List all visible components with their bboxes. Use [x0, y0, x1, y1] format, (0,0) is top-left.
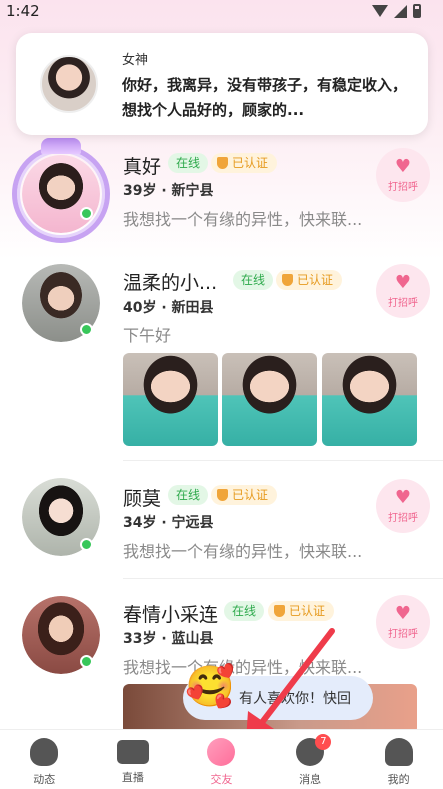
user-bio: 下午好 — [123, 326, 172, 345]
smiling-face-icon: 🥰 — [185, 664, 235, 710]
nav-item-messages[interactable]: 7 消息 — [266, 730, 355, 789]
user-name: 温柔的小... — [123, 272, 218, 294]
online-badge: 在线 — [233, 270, 274, 290]
heart-icon: ♥ — [394, 271, 412, 293]
user-meta: 33岁 · 蓝山县 — [123, 631, 214, 647]
list-divider — [123, 578, 443, 579]
nav-label: 直播 — [121, 771, 144, 784]
user-meta: 39岁 · 新宁县 — [123, 183, 214, 199]
like-toast[interactable]: 🥰 有人喜欢你！快回 — [183, 664, 373, 720]
nav-label: 交友 — [210, 773, 233, 786]
verified-badge: 已认证 — [276, 270, 343, 290]
user-name: 真好 — [123, 156, 162, 178]
heart-chat-icon — [30, 738, 59, 766]
online-badge: 在线 — [168, 153, 209, 173]
online-indicator — [80, 207, 93, 220]
nav-item-dating[interactable]: 交友 — [177, 730, 266, 789]
signal-icon — [394, 4, 407, 18]
shield-icon — [282, 274, 293, 286]
user-name: 春情小采连 — [123, 604, 219, 626]
heart-icon: ♥ — [394, 155, 412, 177]
pentagon-icon — [207, 738, 236, 766]
online-badge: 在线 — [168, 485, 209, 505]
notification-avatar — [40, 55, 98, 113]
crown-icon — [41, 138, 81, 154]
online-indicator — [80, 655, 93, 668]
online-indicator — [80, 538, 93, 551]
notification-sender: 女神 — [122, 53, 149, 68]
nav-label: 消息 — [299, 773, 322, 786]
greet-button[interactable]: ♥ 打招呼 — [376, 595, 430, 649]
shield-icon — [217, 489, 228, 501]
greet-button[interactable]: ♥ 打招呼 — [376, 479, 430, 533]
greet-label: 打招呼 — [388, 628, 418, 640]
shield-icon — [217, 157, 228, 169]
status-bar: 1:42 — [0, 0, 443, 22]
verified-badge: 已认证 — [211, 485, 278, 505]
wifi-icon — [372, 5, 388, 17]
user-bio: 我想找一个有缘的异性，快来联... — [123, 210, 363, 229]
greet-button[interactable]: ♥ 打招呼 — [376, 148, 430, 202]
verified-label: 已认证 — [232, 156, 269, 170]
battery-icon — [413, 4, 421, 18]
verified-label: 已认证 — [289, 604, 326, 618]
user-bio: 我想找一个有缘的异性，快来联... — [123, 542, 363, 561]
avatar[interactable] — [22, 155, 100, 233]
status-time: 1:42 — [6, 2, 40, 20]
user-bio: 我想找一个有缘的异性，快来联... — [123, 658, 363, 677]
user-photo[interactable] — [322, 353, 417, 446]
greet-label: 打招呼 — [388, 297, 418, 309]
greet-label: 打招呼 — [388, 512, 418, 524]
shield-icon — [274, 605, 285, 617]
camera-icon — [116, 740, 149, 764]
user-photo[interactable] — [123, 353, 218, 446]
user-meta: 40岁 · 新田县 — [123, 300, 214, 316]
list-divider — [123, 460, 443, 461]
bottom-nav: 动态 直播 交友 7 消息 我的 — [0, 729, 443, 789]
verified-badge: 已认证 — [211, 153, 278, 173]
greet-button[interactable]: ♥ 打招呼 — [376, 264, 430, 318]
online-indicator — [80, 323, 93, 336]
heart-icon: ♥ — [394, 486, 412, 508]
nav-label: 我的 — [387, 773, 410, 786]
unread-badge: 7 — [315, 734, 332, 750]
user-name: 顾莫 — [123, 488, 162, 510]
nav-item-profile[interactable]: 我的 — [354, 730, 443, 789]
greet-label: 打招呼 — [388, 181, 418, 193]
nav-item-feed[interactable]: 动态 — [0, 730, 89, 789]
verified-label: 已认证 — [232, 488, 269, 502]
nav-item-live[interactable]: 直播 — [89, 730, 178, 789]
user-icon — [384, 738, 413, 766]
online-badge: 在线 — [224, 601, 265, 621]
status-icons — [372, 4, 421, 18]
user-meta: 34岁 · 宁远县 — [123, 515, 214, 531]
user-photo[interactable] — [222, 353, 317, 446]
verified-badge: 已认证 — [268, 601, 335, 621]
heart-icon: ♥ — [394, 602, 412, 624]
message-notification[interactable]: 女神 你好，我离异，没有带孩子，有稳定收入，想找个人品好的，顾家的... — [16, 33, 428, 135]
verified-label: 已认证 — [297, 273, 334, 287]
nav-label: 动态 — [33, 773, 56, 786]
toast-message: 有人喜欢你！快回 — [239, 691, 351, 707]
notification-text: 你好，我离异，没有带孩子，有稳定收入，想找个人品好的，顾家的... — [122, 76, 408, 119]
